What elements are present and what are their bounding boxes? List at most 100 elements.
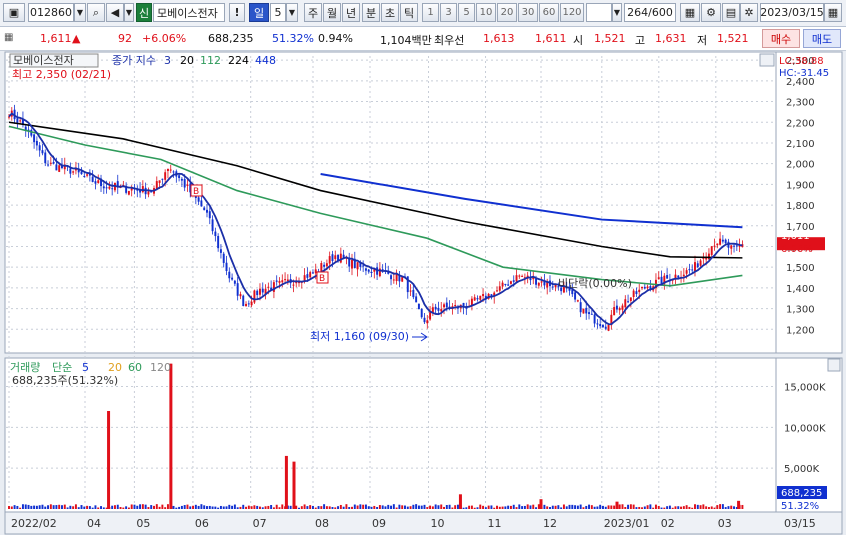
candle-body [496,290,498,292]
candle-body [666,275,669,279]
volume-bar [8,506,10,509]
volume-bar [613,505,616,509]
volume-bar [429,505,432,509]
candle-body [445,302,448,308]
candle-body [111,188,114,190]
volume-bar [180,505,183,509]
volume-bar [727,506,730,509]
candle-body [94,181,97,184]
price-panel-menu-icon[interactable] [759,53,775,67]
price-legend-label: 종가 지수 [112,54,156,67]
volume-bar [19,507,22,509]
candle-body [47,164,50,166]
volume-bar [194,504,197,509]
volume-bar [267,505,270,509]
candle-body [643,286,646,289]
date-axis [4,511,843,535]
volume-bar [320,506,323,509]
volume-bar [86,505,89,509]
volume-bar [242,504,245,509]
volume-bar [139,504,142,509]
volume-bar [55,505,58,509]
candle-body [479,295,482,300]
candle-body [211,219,214,232]
volume-bar [364,504,367,509]
candle-body [685,270,688,274]
volume-bar [741,504,744,509]
volume-bar [102,507,105,509]
volume-bar [557,505,560,509]
volume-bar [122,507,125,509]
stock-chart[interactable]: 1,2001,3001,4001,5001,6001,7001,8001,900… [0,0,846,535]
volume-bar [431,506,434,509]
hc-label: HC:-31.45 [779,68,829,79]
volume-bar [311,505,314,509]
candle-body [392,279,395,281]
candle-body [306,274,309,278]
candle-body [688,269,691,271]
volume-bar [77,507,80,509]
candle-body [596,323,599,325]
candle-body [52,162,55,164]
volume-spike-bar [737,500,741,509]
volume-bar [646,505,649,509]
volume-bar [674,506,677,509]
volume-bar [261,507,264,509]
candle-body [200,200,203,207]
volume-bar [245,506,248,509]
volume-bar [585,505,588,509]
volume-panel-menu-icon[interactable] [827,358,841,372]
volume-bar [523,505,526,509]
candle-body [203,207,206,211]
candle-body [730,245,733,249]
candle-body [208,211,211,219]
candle-body [476,298,479,300]
volume-bar [443,506,445,509]
volume-bar [470,505,473,509]
candle-body [105,187,108,189]
candle-body [585,307,588,314]
volume-bar [707,507,710,509]
volume-bar [682,506,685,509]
volume-bar [351,506,353,509]
volume-bar [144,504,147,509]
volume-bar [482,505,485,509]
volume-bar [94,505,97,509]
volume-bar [560,507,563,509]
volume-bar [21,504,24,509]
volume-bar [189,506,192,509]
candle-body [323,264,326,267]
candle-body [454,305,457,307]
volume-bar [554,505,557,509]
volume-bar [398,504,401,509]
volume-bar [376,506,379,509]
candle-body [632,290,635,297]
candle-body [627,301,630,303]
candle-body [328,256,331,264]
candle-body [86,174,89,176]
date-tick-label: 08 [315,517,329,530]
volume-spike-bar [284,455,288,509]
volume-bar [546,506,549,509]
candle-body [473,297,476,301]
candle-body [356,262,359,270]
volume-bar [635,507,638,509]
volume-bar [694,504,696,509]
candle-body [691,269,694,271]
volume-bar [192,505,195,509]
volume-bar [476,507,479,509]
candle-body [325,263,328,267]
candle-body [206,209,208,213]
volume-bar [654,504,657,509]
volume-bar [13,505,16,509]
volume-bar [225,506,228,509]
candle-body [733,245,736,247]
volume-bar [582,507,585,509]
volume-bar [41,504,44,509]
candle-body [253,290,256,303]
volume-bar [576,505,579,509]
volume-bar [733,506,736,509]
candle-body [601,324,604,328]
last-date-label: 03/15 [784,517,816,530]
date-tick-label: 07 [253,517,267,530]
